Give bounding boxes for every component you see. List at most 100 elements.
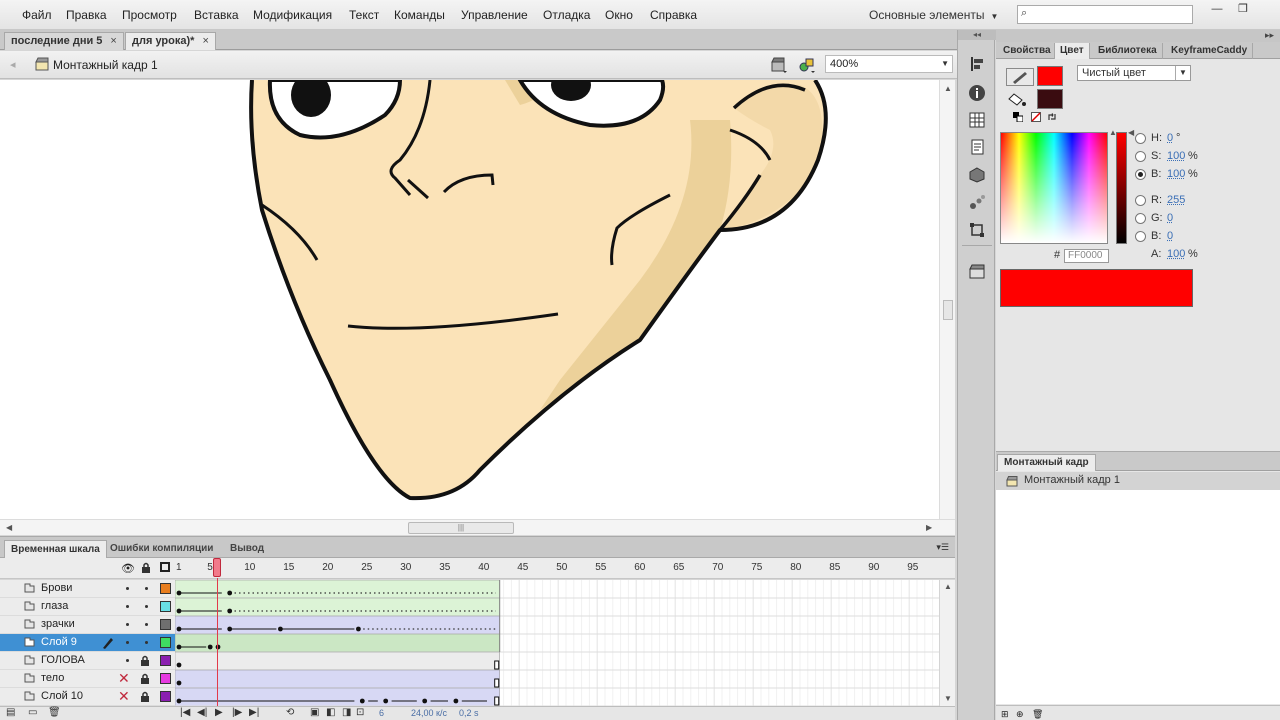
edit-multiple-frames-icon[interactable]: ⊡ — [356, 707, 364, 718]
visibility-dot[interactable] — [126, 659, 129, 662]
scroll-up-icon[interactable]: ▲ — [944, 582, 952, 591]
go-last-frame-icon[interactable]: ▶| — [249, 707, 259, 718]
swatches-icon[interactable] — [968, 111, 986, 129]
visibility-dot[interactable] — [126, 605, 129, 608]
scroll-left-icon[interactable]: ◀ — [6, 523, 12, 532]
layer-outline-color[interactable] — [160, 601, 171, 612]
lock-icon[interactable] — [140, 655, 150, 666]
edit-symbol-icon[interactable] — [798, 56, 816, 74]
close-icon[interactable]: × — [202, 35, 208, 47]
scroll-right-icon[interactable]: ▶ — [926, 523, 932, 532]
center-frame-icon[interactable]: ▣ — [310, 707, 319, 718]
hex-input[interactable]: FF0000 — [1064, 249, 1109, 263]
history-icon[interactable] — [968, 138, 986, 156]
red-radio[interactable] — [1135, 195, 1146, 206]
tab-timeline[interactable]: Временная шкала — [4, 540, 107, 559]
delete-scene-icon[interactable]: 🗑 — [1032, 709, 1042, 719]
help-search[interactable]: ⌕ — [1017, 5, 1193, 24]
tab-properties[interactable]: Свойства — [998, 43, 1057, 59]
stroke-color-button[interactable] — [1006, 68, 1034, 86]
lock-dot[interactable] — [145, 605, 148, 608]
scene-icon[interactable] — [968, 262, 986, 280]
visibility-dot[interactable] — [126, 587, 129, 590]
delete-layer-icon[interactable]: 🗑 — [48, 707, 61, 718]
brightness-slider[interactable] — [1116, 132, 1127, 244]
lock-dot[interactable] — [145, 623, 148, 626]
menu-view[interactable]: Просмотр — [122, 8, 177, 22]
scrollbar-thumb[interactable]: ||| — [408, 522, 514, 534]
transform-icon[interactable] — [968, 221, 986, 239]
scroll-up-icon[interactable]: ▲ — [944, 84, 952, 93]
lock-icon[interactable] — [140, 673, 150, 684]
stroke-color-swatch[interactable] — [1037, 66, 1063, 86]
fps-readout[interactable]: 24,00 к/с — [411, 708, 447, 718]
visibility-dot[interactable] — [126, 623, 129, 626]
hue-radio[interactable] — [1135, 133, 1146, 144]
workspace-switcher[interactable]: Основные элементы ▼ — [869, 8, 998, 22]
stage-vertical-scrollbar[interactable]: ▲ — [939, 80, 955, 520]
menu-help[interactable]: Справка — [650, 8, 697, 22]
doc-tab-2[interactable]: для урока)* × — [125, 32, 216, 50]
stage-horizontal-scrollbar[interactable]: ◀ ||| ▶ — [0, 519, 955, 535]
alpha-value[interactable]: 100 — [1167, 248, 1185, 260]
layer-row[interactable]: тело ✕ — [0, 670, 175, 688]
fill-type-select[interactable]: Чистый цвет ▼ — [1077, 65, 1191, 81]
go-first-frame-icon[interactable]: |◀ — [180, 707, 190, 718]
layer-row[interactable]: зрачки — [0, 616, 175, 634]
visibility-dot[interactable] — [126, 641, 129, 644]
lock-icon[interactable] — [141, 562, 151, 574]
tab-scene[interactable]: Монтажный кадр — [997, 454, 1096, 471]
hue-value[interactable]: 0 — [1167, 132, 1173, 144]
layer-outline-color[interactable] — [160, 637, 171, 648]
layer-row[interactable]: Брови — [0, 580, 175, 598]
tab-color[interactable]: Цвет — [1054, 43, 1090, 59]
menu-window[interactable]: Окно — [605, 8, 633, 22]
layer-outline-color[interactable] — [160, 619, 171, 630]
strip-grip[interactable]: ◂◂ — [958, 30, 996, 40]
layer-row[interactable]: глаза — [0, 598, 175, 616]
menu-insert[interactable]: Вставка — [194, 8, 239, 22]
fill-color-swatch[interactable] — [1037, 89, 1063, 109]
saturation-radio[interactable] — [1135, 151, 1146, 162]
panel-grip[interactable]: ▸▸ — [996, 30, 1280, 42]
frame-grid[interactable] — [175, 580, 939, 706]
menu-commands[interactable]: Команды — [394, 8, 445, 22]
menu-file[interactable]: Файл — [22, 8, 52, 22]
hidden-x-icon[interactable]: ✕ — [118, 688, 130, 705]
fill-color-button[interactable] — [1006, 90, 1034, 108]
eye-icon[interactable]: 👁 — [121, 562, 135, 575]
brightness-value[interactable]: 100 — [1167, 168, 1185, 180]
menu-edit[interactable]: Правка — [66, 8, 107, 22]
new-layer-icon[interactable]: ▤ — [6, 707, 15, 718]
close-icon[interactable]: × — [110, 35, 116, 47]
stage-canvas[interactable] — [0, 80, 955, 535]
black-white-icon[interactable] — [1013, 112, 1023, 122]
loop-icon[interactable]: ⟲ — [286, 707, 294, 718]
menu-control[interactable]: Управление — [461, 8, 528, 22]
current-frame-readout[interactable]: 6 — [379, 708, 384, 718]
menu-modify[interactable]: Модификация — [253, 8, 332, 22]
scrollbar-thumb[interactable] — [943, 300, 953, 320]
layer-outline-color[interactable] — [160, 583, 171, 594]
tab-keyframecaddy[interactable]: KeyframeCaddy — [1166, 43, 1253, 59]
timeline-vertical-scrollbar[interactable]: ▲ ▼ — [939, 580, 955, 706]
duplicate-scene-icon[interactable]: ⊞ — [1001, 709, 1011, 719]
zoom-dropdown[interactable]: 400% ▼ — [825, 55, 953, 73]
time-readout[interactable]: 0,2 s — [459, 708, 479, 718]
lock-dot[interactable] — [145, 641, 148, 644]
layer-outline-color[interactable] — [160, 655, 171, 666]
color-spectrum[interactable] — [1000, 132, 1108, 244]
layer-outline-color[interactable] — [160, 673, 171, 684]
list-item[interactable]: Монтажный кадр 1 — [996, 472, 1280, 490]
menu-text[interactable]: Текст — [349, 8, 379, 22]
menu-debug[interactable]: Отладка — [543, 8, 590, 22]
step-back-icon[interactable]: ◀| — [197, 707, 207, 718]
hidden-x-icon[interactable]: ✕ — [118, 670, 130, 687]
green-value[interactable]: 0 — [1167, 212, 1173, 224]
layer-row[interactable]: Слой 10 ✕ — [0, 688, 175, 706]
green-radio[interactable] — [1135, 213, 1146, 224]
tab-compiler-errors[interactable]: Ошибки компиляции — [104, 540, 219, 559]
frame-grid-drawing[interactable] — [175, 580, 939, 706]
brightness-marker-icon[interactable]: ◀ — [1128, 128, 1134, 137]
onion-skin-icon[interactable]: ◧ — [326, 707, 335, 718]
